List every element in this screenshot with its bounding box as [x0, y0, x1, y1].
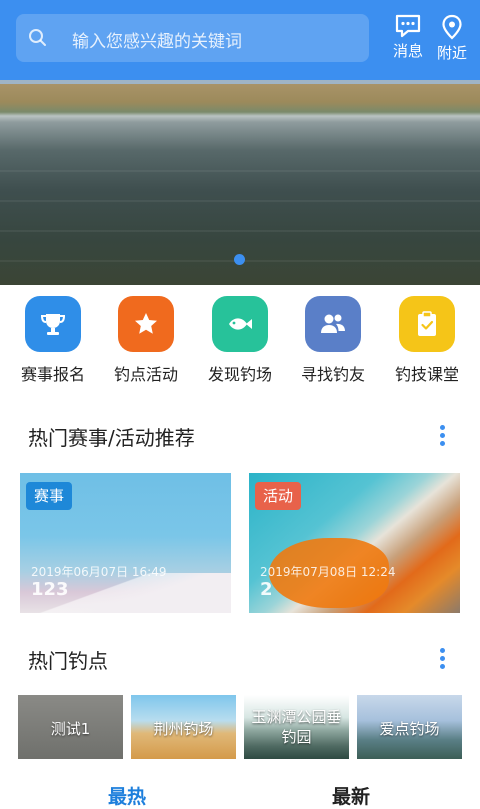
- menu-icon-tile: [118, 296, 174, 352]
- messages-label: 消息: [392, 42, 423, 60]
- menu-item-spot-activity[interactable]: 钓点活动: [100, 296, 192, 385]
- spot-card[interactable]: 荆州钓场: [131, 695, 236, 759]
- menu-item-skills-class[interactable]: 钓技课堂: [381, 296, 473, 385]
- more-options-button[interactable]: [432, 422, 452, 448]
- card-tag: 活动: [255, 482, 302, 510]
- section-title: 热门钓点: [28, 649, 108, 673]
- more-dots-icon: [439, 425, 445, 430]
- fish-icon: [229, 318, 252, 330]
- card-date: 2019年06月07日 16:49: [31, 565, 167, 579]
- clipboard-icon: [418, 311, 436, 336]
- activity-card[interactable]: 活动 2019年07月08日 12:24 2: [249, 473, 460, 613]
- menu-item-discover-spots[interactable]: 发现钓场: [194, 296, 286, 385]
- messages-button[interactable]: 消息: [386, 14, 430, 64]
- trophy-icon: [40, 314, 66, 335]
- menu-label: 钓技课堂: [394, 365, 459, 384]
- message-icon: [395, 14, 421, 38]
- section-title: 热门赛事/活动推荐: [28, 426, 195, 450]
- spot-name: 玉渊潭公园垂钓园: [251, 708, 342, 746]
- hot-spots-header: 热门钓点: [0, 637, 480, 677]
- more-dots-icon: [439, 648, 445, 653]
- tab-newest[interactable]: 最新: [332, 782, 370, 809]
- card-date: 2019年07月08日 12:24: [260, 565, 396, 579]
- spot-name: 爱点钓场: [379, 720, 440, 738]
- spot-name: 荆州钓场: [153, 720, 214, 738]
- menu-item-event-signup[interactable]: 赛事报名: [7, 296, 99, 385]
- nearby-label: 附近: [436, 44, 467, 62]
- search-input[interactable]: 输入您感兴趣的关键词: [16, 14, 369, 62]
- card-title: 2: [260, 579, 273, 600]
- spot-card[interactable]: 爱点钓场: [357, 695, 462, 759]
- search-icon: [29, 29, 46, 46]
- nearby-button[interactable]: 附近: [430, 14, 474, 64]
- menu-label: 赛事报名: [20, 365, 85, 384]
- hot-events-header: 热门赛事/活动推荐: [0, 414, 480, 454]
- quick-menu: 赛事报名 钓点活动 发现钓场 寻找钓友 钓技课堂: [0, 296, 480, 386]
- more-options-button[interactable]: [432, 645, 452, 671]
- menu-icon-tile: [305, 296, 361, 352]
- menu-label: 发现钓场: [207, 365, 272, 384]
- carousel-indicator[interactable]: [234, 254, 245, 265]
- location-pin-icon: [442, 14, 462, 40]
- top-bar: 输入您感兴趣的关键词 消息 附近: [0, 0, 480, 80]
- spot-card[interactable]: 测试1: [18, 695, 123, 759]
- menu-label: 钓点活动: [113, 365, 178, 384]
- spot-name: 测试1: [50, 720, 91, 738]
- menu-icon-tile: [212, 296, 268, 352]
- menu-label: 寻找钓友: [300, 365, 365, 384]
- banner-carousel[interactable]: [0, 80, 480, 285]
- card-title: 123: [31, 579, 69, 600]
- search-placeholder: 输入您感兴趣的关键词: [72, 32, 242, 52]
- spot-card[interactable]: 玉渊潭公园垂钓园: [244, 695, 349, 759]
- event-card[interactable]: 赛事 2019年06月07日 16:49 123: [20, 473, 231, 613]
- tab-hottest[interactable]: 最热: [108, 782, 146, 809]
- people-icon: [321, 314, 345, 333]
- star-icon: [135, 313, 157, 334]
- card-tag: 赛事: [26, 482, 73, 510]
- menu-icon-tile: [25, 296, 81, 352]
- menu-item-find-friends[interactable]: 寻找钓友: [287, 296, 379, 385]
- menu-icon-tile: [399, 296, 455, 352]
